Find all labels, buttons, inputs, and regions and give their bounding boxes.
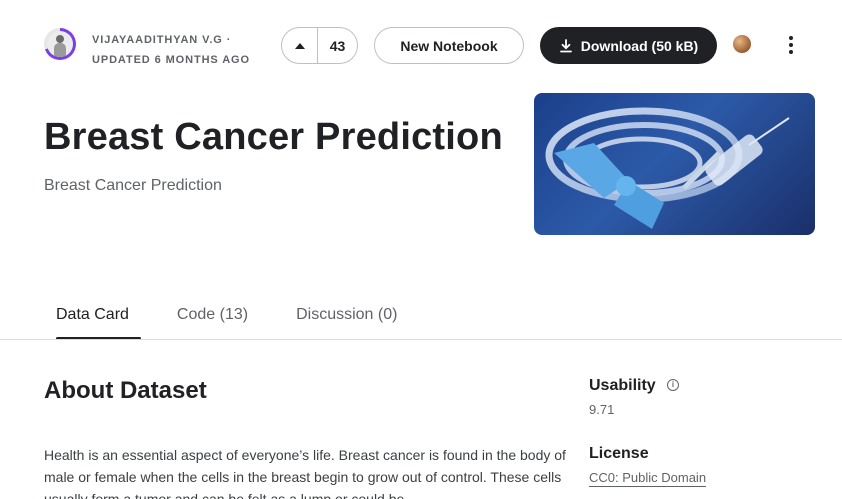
more-dot [789,36,793,40]
tab-data-card[interactable]: Data Card [44,300,141,340]
dataset-tabs: Data Card Code (13) Discussion (0) [44,300,409,340]
about-heading: About Dataset [44,377,207,404]
more-vert-icon[interactable] [781,33,801,57]
avatar-image [47,31,73,57]
usability-heading: Usability [589,377,656,394]
medal-icon[interactable] [733,35,751,53]
license-link-wrapper: CC0: Public Domain [589,470,707,487]
author-name[interactable]: VIJAYAADITHYAN V.G [92,34,223,46]
license-heading: License [589,445,649,462]
author-avatar[interactable] [44,28,76,60]
author-separator: · [222,34,232,46]
dataset-title: Breast Cancer Prediction [44,116,503,158]
cover-illustration [545,107,790,229]
upvote-icon [294,42,305,49]
dataset-subtitle: Breast Cancer Prediction [44,177,222,194]
dataset-meta: VIJAYAADITHYAN V.G · UPDATED 6 MONTHS AG… [92,30,250,70]
new-notebook-button[interactable]: New Notebook [374,27,524,64]
license-link[interactable]: CC0: Public Domain [589,470,707,487]
upvote-button[interactable] [282,28,318,63]
more-dot [789,43,793,47]
author-line: VIJAYAADITHYAN V.G · [92,30,250,50]
download-icon [559,38,572,52]
vote-count: 43 [329,37,346,54]
dataset-cover-image [534,93,815,235]
download-button[interactable]: Download (50 kB) [540,27,717,64]
vote-widget: 43 [281,27,358,64]
download-label: Download (50 kB) [580,37,699,54]
tab-code[interactable]: Code (13) [165,300,260,340]
tab-divider [0,339,842,340]
tab-discussion[interactable]: Discussion (0) [284,300,409,340]
about-description: Health is an essential aspect of everyon… [44,447,566,499]
info-icon[interactable]: i [667,379,679,391]
updated-text: UPDATED 6 MONTHS AGO [92,54,250,66]
more-dot [789,50,793,54]
usability-value: 9.71 [589,402,615,417]
